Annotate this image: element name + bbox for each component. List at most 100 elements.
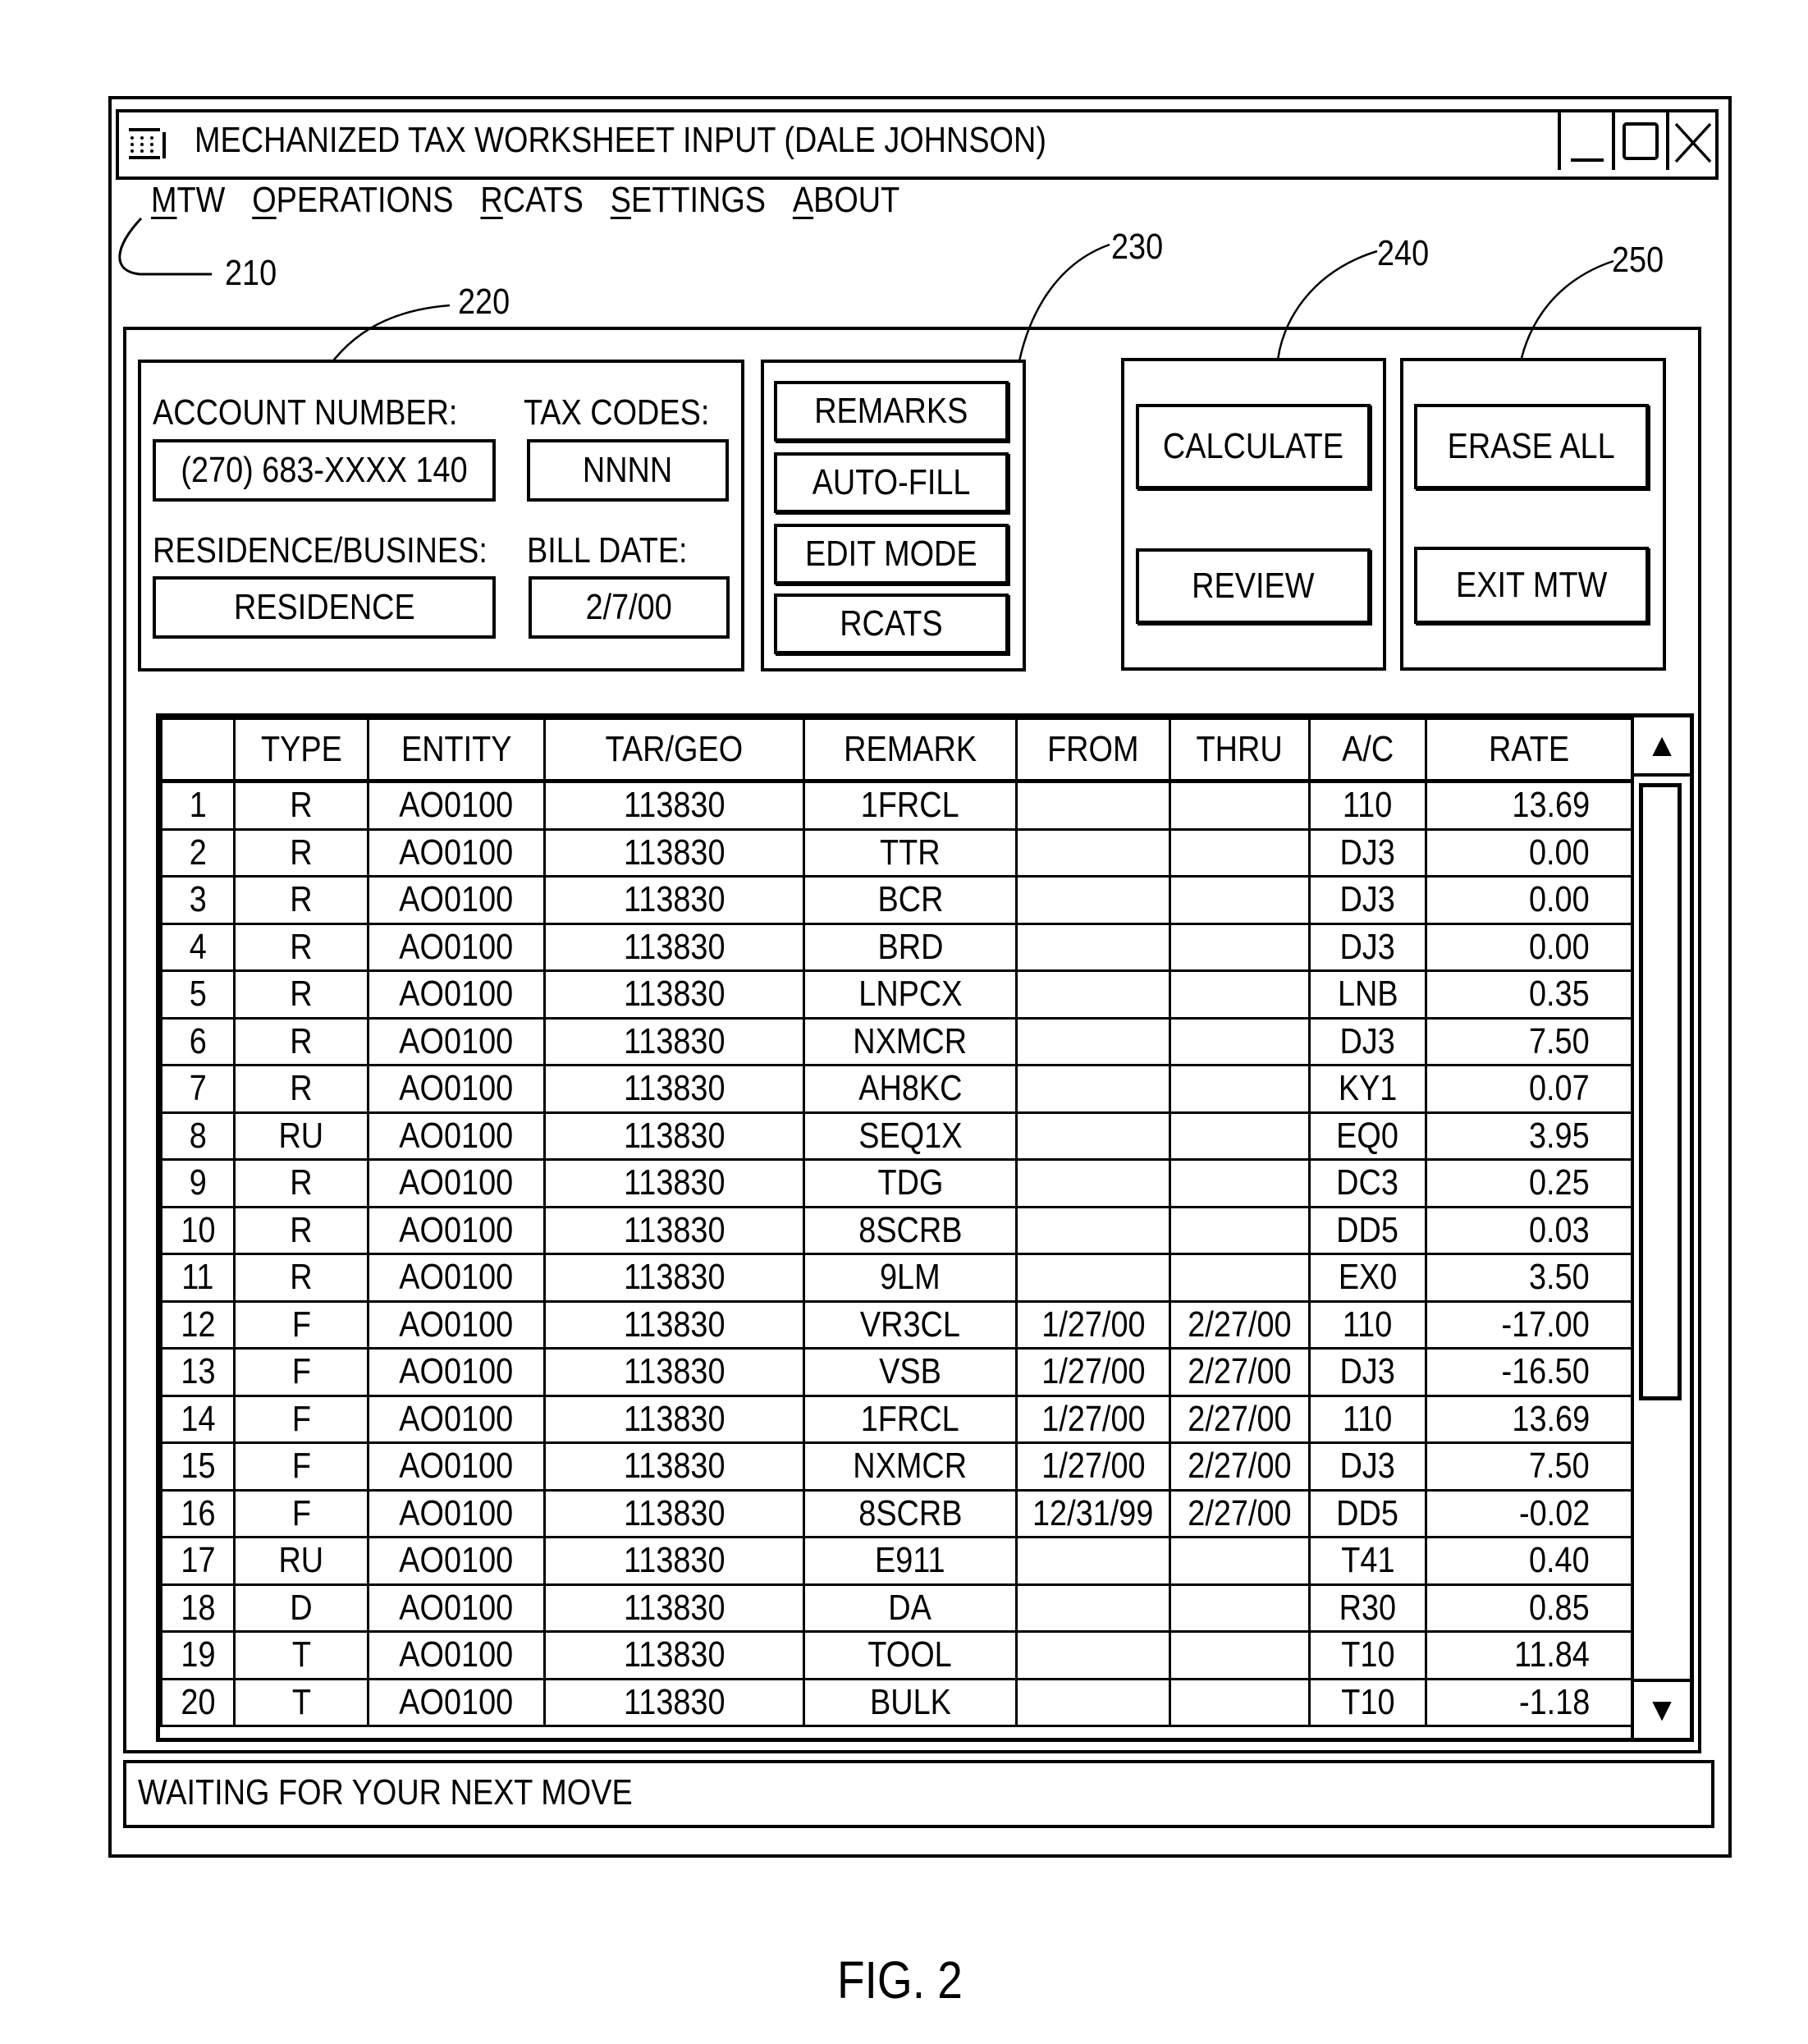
- column-header-entity[interactable]: ENTITY: [367, 717, 546, 782]
- cell-remark[interactable]: NXMCR: [803, 1441, 1018, 1492]
- cell-entity[interactable]: AO0100: [367, 922, 546, 972]
- table-row[interactable]: 16 F AO0100 113830 8SCRB 12/31/99 2/27/00 DD5 -0…: [160, 1488, 1633, 1538]
- cell-ac[interactable]: DD5: [1308, 1488, 1427, 1538]
- cell-from[interactable]: [1015, 1158, 1171, 1208]
- cell-entity[interactable]: AO0100: [367, 1299, 546, 1350]
- cell-tar-geo[interactable]: 113830: [543, 1536, 805, 1586]
- cell-thru[interactable]: [1169, 969, 1311, 1020]
- cell-remark[interactable]: TOOL: [803, 1630, 1018, 1680]
- cell-tar-geo[interactable]: 113830: [543, 1630, 805, 1680]
- cell-rate[interactable]: 7.50: [1425, 1441, 1633, 1492]
- cell-from[interactable]: [1015, 1064, 1171, 1114]
- cell-thru[interactable]: [1169, 1111, 1311, 1161]
- cell-type[interactable]: RU: [233, 1111, 369, 1161]
- cell-thru[interactable]: [1169, 1630, 1311, 1680]
- column-header-remark[interactable]: REMARK: [803, 717, 1018, 782]
- cell-thru[interactable]: [1169, 827, 1311, 878]
- cell-from[interactable]: [1015, 969, 1171, 1020]
- cell-rate[interactable]: 11.84: [1425, 1630, 1633, 1680]
- cell-ac[interactable]: DD5: [1308, 1205, 1427, 1255]
- cell-thru[interactable]: 2/27/00: [1169, 1299, 1311, 1350]
- cell-type[interactable]: R: [233, 1016, 369, 1066]
- cell-ac[interactable]: 110: [1308, 779, 1427, 831]
- cell-remark[interactable]: E911: [803, 1536, 1018, 1586]
- cell-tar-geo[interactable]: 113830: [543, 1111, 805, 1161]
- scroll-down-button[interactable]: ▼: [1634, 1679, 1690, 1738]
- table-row[interactable]: 13 F AO0100 113830 VSB 1/27/00 2/27/00 DJ3 -16.5…: [160, 1347, 1633, 1397]
- cell-thru[interactable]: [1169, 1536, 1311, 1586]
- cell-remark[interactable]: VR3CL: [803, 1299, 1018, 1350]
- column-header-tar-geo[interactable]: TAR/GEO: [543, 717, 805, 782]
- cell-rate[interactable]: 0.85: [1425, 1583, 1633, 1633]
- residence-business-field[interactable]: RESIDENCE: [153, 576, 496, 639]
- cell-rate[interactable]: 0.03: [1425, 1205, 1633, 1255]
- cell-ac[interactable]: DJ3: [1308, 1441, 1427, 1492]
- cell-from[interactable]: 1/27/00: [1015, 1394, 1171, 1444]
- cell-remark[interactable]: 8SCRB: [803, 1205, 1018, 1255]
- cell-ac[interactable]: T41: [1308, 1536, 1427, 1586]
- cell-from[interactable]: 12/31/99: [1015, 1488, 1171, 1538]
- cell-tar-geo[interactable]: 113830: [543, 1677, 805, 1727]
- cell-from[interactable]: 1/27/00: [1015, 1347, 1171, 1397]
- cell-type[interactable]: R: [233, 875, 369, 925]
- cell-remark[interactable]: SEQ1X: [803, 1111, 1018, 1161]
- table-row[interactable]: 1 R AO0100 113830 1FRCL 110 13.69: [160, 779, 1633, 831]
- erase-all-button[interactable]: ERASE ALL: [1414, 404, 1649, 489]
- tax-codes-field[interactable]: NNNN: [527, 439, 729, 502]
- cell-entity[interactable]: AO0100: [367, 1016, 546, 1066]
- cell-entity[interactable]: AO0100: [367, 1253, 546, 1303]
- cell-entity[interactable]: AO0100: [367, 875, 546, 925]
- cell-type[interactable]: F: [233, 1441, 369, 1492]
- cell-entity[interactable]: AO0100: [367, 1488, 546, 1538]
- cell-from[interactable]: [1015, 1205, 1171, 1255]
- cell-from[interactable]: 1/27/00: [1015, 1441, 1171, 1492]
- table-row[interactable]: 14 F AO0100 113830 1FRCL 1/27/00 2/27/00 110 13.…: [160, 1394, 1633, 1444]
- cell-entity[interactable]: AO0100: [367, 1111, 546, 1161]
- cell-type[interactable]: F: [233, 1488, 369, 1538]
- cell-tar-geo[interactable]: 113830: [543, 1016, 805, 1066]
- cell-entity[interactable]: AO0100: [367, 1158, 546, 1208]
- cell-tar-geo[interactable]: 113830: [543, 1158, 805, 1208]
- cell-from[interactable]: [1015, 1536, 1171, 1586]
- cell-entity[interactable]: AO0100: [367, 1677, 546, 1727]
- cell-remark[interactable]: VSB: [803, 1347, 1018, 1397]
- cell-remark[interactable]: NXMCR: [803, 1016, 1018, 1066]
- table-row[interactable]: 20 T AO0100 113830 BULK T10 -1.18: [160, 1677, 1633, 1727]
- cell-entity[interactable]: AO0100: [367, 827, 546, 878]
- table-row[interactable]: 5 R AO0100 113830 LNPCX LNB 0.35: [160, 969, 1633, 1020]
- cell-remark[interactable]: AH8KC: [803, 1064, 1018, 1114]
- auto-fill-button[interactable]: AUTO-FILL: [774, 452, 1009, 513]
- account-number-field[interactable]: (270) 683-XXXX 140: [153, 439, 496, 502]
- column-header-from[interactable]: FROM: [1015, 717, 1171, 782]
- cell-remark[interactable]: 8SCRB: [803, 1488, 1018, 1538]
- column-header-thru[interactable]: THRU: [1169, 717, 1311, 782]
- cell-from[interactable]: 1/27/00: [1015, 1299, 1171, 1350]
- cell-from[interactable]: [1015, 827, 1171, 878]
- cell-tar-geo[interactable]: 113830: [543, 1064, 805, 1114]
- calculate-button[interactable]: CALCULATE: [1136, 404, 1371, 489]
- cell-rate[interactable]: 3.50: [1425, 1253, 1633, 1303]
- cell-ac[interactable]: LNB: [1308, 969, 1427, 1020]
- cell-remark[interactable]: TDG: [803, 1158, 1018, 1208]
- table-row[interactable]: 15 F AO0100 113830 NXMCR 1/27/00 2/27/00 DJ3 7.5…: [160, 1441, 1633, 1492]
- cell-rate[interactable]: -17.00: [1425, 1299, 1633, 1350]
- cell-remark[interactable]: 9LM: [803, 1253, 1018, 1303]
- column-header-ac[interactable]: A/C: [1308, 717, 1427, 782]
- cell-thru[interactable]: [1169, 1158, 1311, 1208]
- table-row[interactable]: 3 R AO0100 113830 BCR DJ3 0.00: [160, 875, 1633, 925]
- exit-mtw-button[interactable]: EXIT MTW: [1414, 547, 1649, 624]
- cell-thru[interactable]: [1169, 1016, 1311, 1066]
- table-row[interactable]: 4 R AO0100 113830 BRD DJ3 0.00: [160, 922, 1633, 972]
- table-row[interactable]: 11 R AO0100 113830 9LM EX0 3.50: [160, 1253, 1633, 1303]
- cell-thru[interactable]: [1169, 779, 1311, 831]
- review-button[interactable]: REVIEW: [1136, 548, 1371, 624]
- cell-type[interactable]: T: [233, 1630, 369, 1680]
- cell-ac[interactable]: DC3: [1308, 1158, 1427, 1208]
- cell-ac[interactable]: DJ3: [1308, 1347, 1427, 1397]
- cell-remark[interactable]: TTR: [803, 827, 1018, 878]
- cell-thru[interactable]: [1169, 922, 1311, 972]
- cell-type[interactable]: F: [233, 1299, 369, 1350]
- cell-ac[interactable]: T10: [1308, 1630, 1427, 1680]
- cell-rate[interactable]: 0.25: [1425, 1158, 1633, 1208]
- cell-ac[interactable]: 110: [1308, 1394, 1427, 1444]
